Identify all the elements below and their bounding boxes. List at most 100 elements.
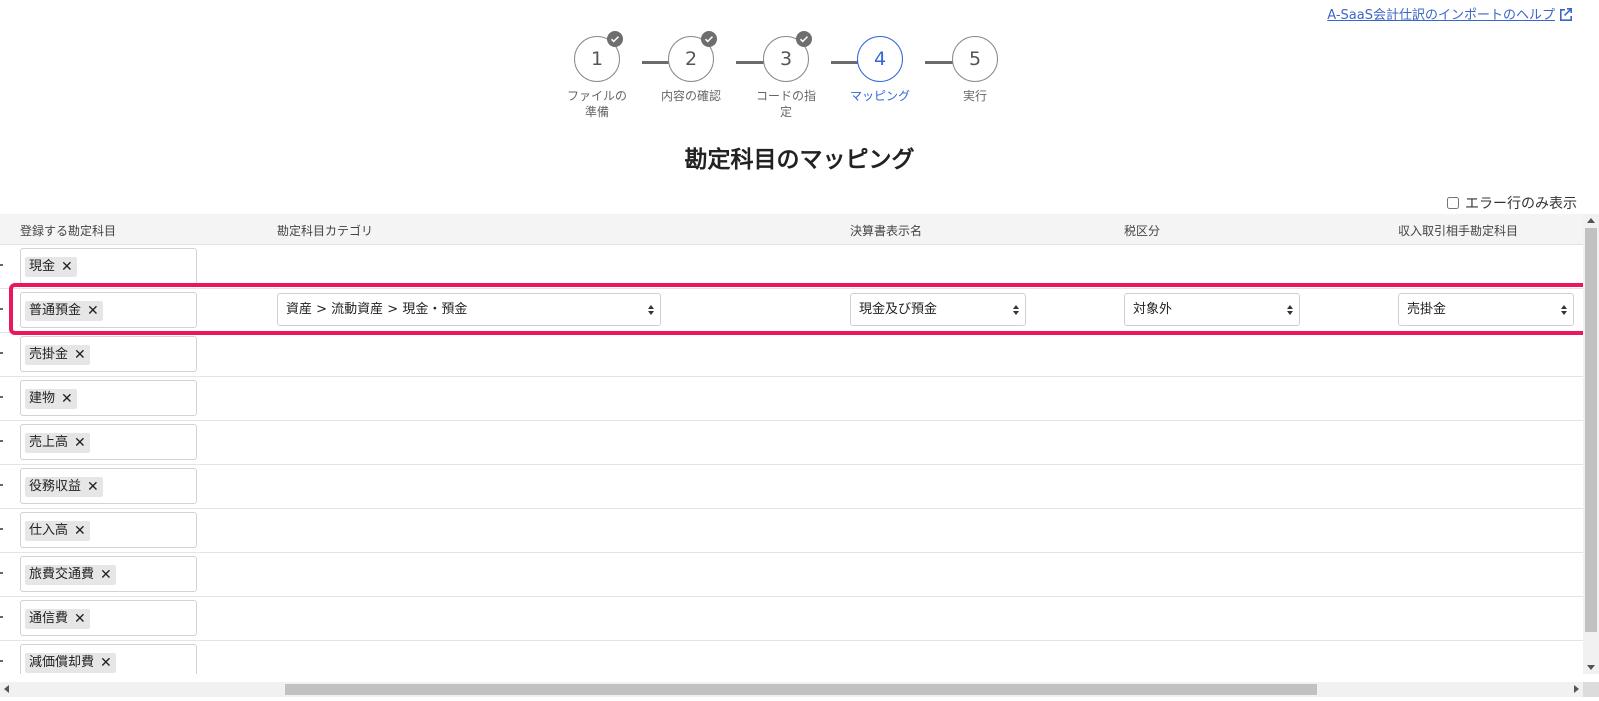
tax-select[interactable]: 対象外 bbox=[1124, 293, 1300, 326]
row-marker bbox=[0, 352, 3, 354]
select-arrows-icon bbox=[648, 305, 654, 315]
account-tag-input[interactable]: 現金 ✕ bbox=[20, 248, 197, 284]
row-marker bbox=[0, 616, 3, 618]
step-3: 3 コードの指定 bbox=[738, 31, 834, 120]
step-label: コードの指定 bbox=[755, 89, 816, 119]
account-tag-label: 売掛金 bbox=[29, 347, 69, 362]
category-select[interactable]: 資産 > 流動資産 > 現金・預金 bbox=[277, 293, 661, 326]
account-tag-input[interactable]: 旅費交通費 ✕ bbox=[20, 556, 197, 592]
remove-tag-icon[interactable]: ✕ bbox=[74, 521, 86, 541]
step-circle: 4 bbox=[857, 36, 903, 82]
row-marker bbox=[0, 264, 3, 266]
table-row: 売掛金 ✕ bbox=[0, 332, 1583, 377]
account-tag-label: 仕入高 bbox=[29, 523, 69, 538]
account-tag: 旅費交通費 ✕ bbox=[25, 565, 116, 585]
row-marker bbox=[0, 440, 3, 442]
account-tag-label: 建物 bbox=[29, 391, 56, 406]
column-header-account: 登録する勘定科目 bbox=[20, 224, 117, 238]
counter-account-select-value: 売掛金 bbox=[1407, 302, 1447, 317]
remove-tag-icon[interactable]: ✕ bbox=[100, 653, 112, 673]
account-tag-input[interactable]: 役務収益 ✕ bbox=[20, 468, 197, 504]
account-tag-label: 現金 bbox=[29, 259, 56, 274]
account-tag: 売上高 ✕ bbox=[25, 433, 90, 453]
select-arrows-icon bbox=[1287, 305, 1293, 315]
remove-tag-icon[interactable]: ✕ bbox=[61, 257, 73, 277]
table-row: 仕入高 ✕ bbox=[0, 508, 1583, 553]
scroll-down-icon[interactable] bbox=[1587, 665, 1595, 670]
step-number: 5 bbox=[968, 48, 982, 70]
column-header-category: 勘定科目カテゴリ bbox=[277, 224, 374, 238]
counter-account-select[interactable]: 売掛金 bbox=[1398, 293, 1574, 326]
step-label: マッピング bbox=[849, 89, 910, 103]
check-icon bbox=[701, 31, 717, 47]
row-marker bbox=[0, 396, 3, 398]
account-tag: 減価償却費 ✕ bbox=[25, 653, 116, 673]
account-tag-input[interactable]: 通信費 ✕ bbox=[20, 600, 197, 636]
remove-tag-icon[interactable]: ✕ bbox=[61, 389, 73, 409]
account-tag-label: 役務収益 bbox=[29, 479, 82, 494]
account-tag-input[interactable]: 建物 ✕ bbox=[20, 380, 197, 416]
step-circle: 5 bbox=[952, 36, 998, 82]
remove-tag-icon[interactable]: ✕ bbox=[87, 477, 99, 497]
error-filter-label: エラー行のみ表示 bbox=[1465, 196, 1577, 212]
error-filter[interactable]: エラー行のみ表示 bbox=[1447, 193, 1577, 213]
row-marker bbox=[0, 572, 3, 574]
column-header-display-name: 決算書表示名 bbox=[850, 224, 923, 238]
remove-tag-icon[interactable]: ✕ bbox=[74, 609, 86, 629]
step-label: 実行 bbox=[962, 89, 987, 103]
step-5: 5 実行 bbox=[927, 36, 1023, 104]
account-tag: 仕入高 ✕ bbox=[25, 521, 90, 541]
account-tag-input[interactable]: 売掛金 ✕ bbox=[20, 336, 197, 372]
mapping-table-body: 現金 ✕ 普通預金 ✕ 資産 > 流動資産 > 現金・預金 現金及び預金 対象外 売… bbox=[0, 244, 1583, 674]
step-4: 4 マッピング bbox=[832, 36, 928, 104]
step-1: 1 ファイルの準備 bbox=[549, 31, 645, 120]
horizontal-scroll-thumb[interactable] bbox=[285, 684, 1317, 695]
help-link[interactable]: A-SaaS会計仕訳のインポートのヘルプ bbox=[1327, 4, 1574, 23]
remove-tag-icon[interactable]: ✕ bbox=[74, 433, 86, 453]
error-filter-checkbox[interactable] bbox=[1447, 197, 1459, 209]
help-link-label: A-SaaS会計仕訳のインポートのヘルプ bbox=[1327, 8, 1555, 23]
row-marker bbox=[0, 528, 3, 530]
select-arrows-icon bbox=[1561, 305, 1567, 315]
external-link-icon bbox=[1560, 7, 1572, 21]
account-tag: 現金 ✕ bbox=[25, 257, 77, 277]
scrollbar-corner bbox=[1583, 682, 1599, 697]
row-marker bbox=[0, 660, 3, 662]
category-select-value: 資産 > 流動資産 > 現金・預金 bbox=[286, 302, 468, 317]
account-tag-label: 売上高 bbox=[29, 435, 69, 450]
table-row: 通信費 ✕ bbox=[0, 596, 1583, 641]
account-tag-label: 普通預金 bbox=[29, 303, 82, 318]
display-name-select[interactable]: 現金及び預金 bbox=[850, 293, 1026, 326]
account-tag-input[interactable]: 売上高 ✕ bbox=[20, 424, 197, 460]
column-header-tax: 税区分 bbox=[1124, 224, 1161, 238]
account-tag-input[interactable]: 普通預金 ✕ bbox=[20, 292, 197, 328]
page-title: 勘定科目のマッピング bbox=[684, 147, 915, 173]
remove-tag-icon[interactable]: ✕ bbox=[87, 301, 99, 321]
select-arrows-icon bbox=[1013, 305, 1019, 315]
account-tag-label: 通信費 bbox=[29, 611, 69, 626]
vertical-scrollbar[interactable] bbox=[1583, 214, 1599, 674]
step-label: ファイルの準備 bbox=[566, 89, 627, 119]
scroll-left-icon[interactable] bbox=[4, 685, 9, 693]
step-2: 2 内容の確認 bbox=[643, 31, 739, 104]
scroll-up-icon[interactable] bbox=[1587, 218, 1595, 223]
account-tag: 通信費 ✕ bbox=[25, 609, 90, 629]
check-icon bbox=[607, 31, 623, 47]
row-marker bbox=[0, 308, 3, 310]
table-row: 売上高 ✕ bbox=[0, 420, 1583, 465]
step-circle: 2 bbox=[668, 31, 717, 82]
account-tag-input[interactable]: 減価償却費 ✕ bbox=[20, 644, 197, 674]
stepper: 1 ファイルの準備 2 内容の確認 3 コードの指定 4 マッピング 5 実行 bbox=[567, 31, 1023, 136]
horizontal-scrollbar[interactable] bbox=[0, 682, 1583, 697]
account-tag-input[interactable]: 仕入高 ✕ bbox=[20, 512, 197, 548]
remove-tag-icon[interactable]: ✕ bbox=[100, 565, 112, 585]
table-row: 減価償却費 ✕ bbox=[0, 640, 1583, 674]
account-tag: 売掛金 ✕ bbox=[25, 345, 90, 365]
table-header: 登録する勘定科目 勘定科目カテゴリ 決算書表示名 税区分 収入取引相手勘定科目 bbox=[0, 214, 1583, 245]
remove-tag-icon[interactable]: ✕ bbox=[74, 345, 86, 365]
check-icon bbox=[796, 31, 812, 47]
step-label: 内容の確認 bbox=[660, 89, 721, 103]
scroll-right-icon[interactable] bbox=[1574, 685, 1579, 693]
vertical-scroll-thumb[interactable] bbox=[1585, 228, 1597, 632]
step-number: 2 bbox=[684, 48, 698, 70]
